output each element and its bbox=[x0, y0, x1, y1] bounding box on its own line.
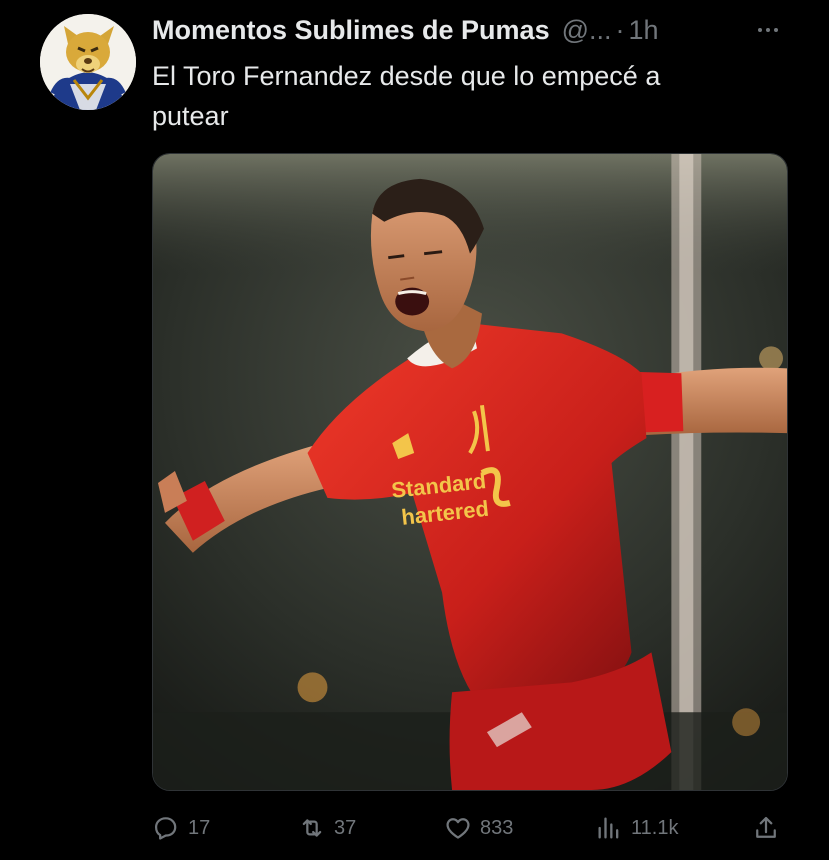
tweet: Momentos Sublimes de Pumas @... · 1h El … bbox=[0, 0, 829, 860]
user-handle[interactable]: @... bbox=[562, 15, 612, 46]
tweet-actions-bar: 17 37 833 11.1k bbox=[152, 806, 788, 850]
more-dot-icon bbox=[758, 28, 762, 32]
timestamp[interactable]: 1h bbox=[629, 15, 659, 46]
tweet-text-line: El Toro Fernandez desde que lo empecé a bbox=[152, 61, 661, 91]
tweet-media-image[interactable]: Standard hartered bbox=[152, 153, 788, 791]
soccer-player-celebrating-photo-icon: Standard hartered bbox=[153, 154, 787, 790]
display-name[interactable]: Momentos Sublimes de Pumas bbox=[152, 15, 550, 46]
avatar[interactable] bbox=[40, 14, 136, 110]
reply-button[interactable]: 17 bbox=[152, 806, 210, 850]
reply-icon bbox=[154, 817, 177, 840]
like-button[interactable]: 833 bbox=[444, 806, 513, 850]
views-icon bbox=[598, 817, 619, 839]
share-icon bbox=[756, 816, 776, 838]
tweet-header: Momentos Sublimes de Pumas @... · 1h bbox=[152, 12, 659, 48]
reply-count: 17 bbox=[188, 816, 211, 839]
share-button[interactable] bbox=[752, 806, 780, 850]
like-count: 833 bbox=[480, 816, 514, 839]
more-options-button[interactable] bbox=[748, 12, 788, 48]
tweet-text: El Toro Fernandez desde que lo empecé a … bbox=[152, 56, 772, 136]
views-button[interactable]: 11.1k bbox=[595, 806, 678, 850]
more-dot-icon bbox=[766, 28, 770, 32]
tweet-text-line: putear bbox=[152, 101, 229, 131]
separator-dot: · bbox=[615, 14, 625, 45]
puma-mascot-avatar-icon bbox=[40, 14, 136, 110]
heart-icon bbox=[446, 818, 470, 839]
retweet-button[interactable]: 37 bbox=[298, 806, 356, 850]
retweet-count: 37 bbox=[334, 816, 357, 839]
retweet-icon bbox=[302, 819, 322, 837]
views-count: 11.1k bbox=[631, 816, 679, 839]
more-dot-icon bbox=[774, 28, 778, 32]
